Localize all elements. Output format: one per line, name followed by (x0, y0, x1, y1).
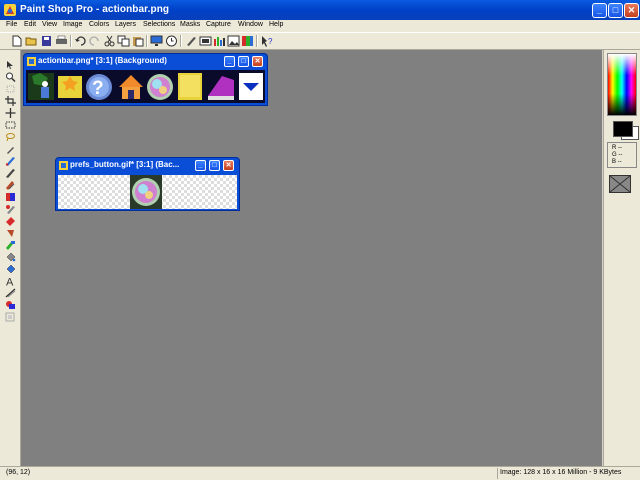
doc-close-button[interactable]: ✕ (223, 160, 234, 171)
document-window-actionbar[interactable]: actionbar.png* [3:1] (Background) _ □ ✕ … (23, 53, 268, 106)
app-icon (3, 3, 17, 17)
svg-text:?: ? (268, 37, 273, 46)
document-icon (27, 57, 36, 66)
flood-fill-tool-icon[interactable] (5, 252, 16, 262)
print-icon[interactable] (55, 35, 68, 47)
undo-icon[interactable] (74, 35, 87, 47)
document-title: actionbar.png* [3:1] (Background) (38, 56, 167, 65)
shape-tool-icon[interactable] (5, 300, 16, 310)
paste-icon[interactable] (131, 35, 144, 47)
selection-tool-icon[interactable] (5, 120, 16, 130)
actionbar-image: ? (26, 70, 265, 103)
open-icon[interactable] (25, 35, 38, 47)
blue-value: B -- (612, 159, 622, 165)
clone-tool-icon[interactable] (5, 168, 16, 178)
dropper-tool-icon[interactable] (5, 144, 16, 154)
svg-text:?: ? (92, 78, 104, 99)
crop-tool-icon[interactable] (5, 96, 16, 106)
separator (146, 35, 148, 47)
image-info: Image: 128 x 16 x 16 Million - 9 KBytes (500, 469, 622, 476)
prefs-button-image (130, 175, 162, 209)
separator (70, 35, 72, 47)
brush-icon[interactable] (185, 35, 198, 47)
document-icon (59, 161, 68, 170)
toolbar: ? (0, 32, 640, 50)
clock-icon[interactable] (165, 35, 178, 47)
document-canvas[interactable]: ? (26, 70, 265, 103)
green-value: G -- (612, 152, 623, 158)
document-canvas[interactable] (58, 175, 237, 209)
menu-layers[interactable]: Layers (115, 21, 136, 28)
menu-image[interactable]: Image (63, 21, 82, 28)
close-button[interactable]: ✕ (624, 3, 639, 18)
document-title: prefs_button.gif* [3:1] (Bac... (70, 160, 180, 169)
doc-minimize-button[interactable]: _ (224, 56, 235, 67)
foreground-color-front (613, 121, 633, 137)
layers-icon[interactable] (199, 35, 212, 47)
vector-object-icon[interactable] (5, 312, 16, 322)
menu-bar: File Edit View Image Colors Layers Selec… (0, 20, 640, 32)
airbrush-tool-icon[interactable] (5, 240, 16, 250)
red-value: R -- (612, 145, 622, 151)
text-tool-icon[interactable]: A (5, 276, 16, 287)
minimize-button[interactable]: _ (592, 3, 607, 18)
tool-palette: A (0, 50, 21, 466)
menu-help[interactable]: Help (269, 21, 283, 28)
separator (256, 35, 258, 47)
save-icon[interactable] (40, 35, 53, 47)
menu-window[interactable]: Window (238, 21, 263, 28)
status-divider (497, 468, 498, 479)
document-window-prefs-button[interactable]: prefs_button.gif* [3:1] (Bac... _ □ ✕ (55, 157, 240, 211)
help-icon[interactable]: ? (260, 35, 273, 47)
menu-colors[interactable]: Colors (89, 21, 109, 28)
rgb-readout: R -- G -- B -- (607, 142, 637, 168)
copy-icon[interactable] (117, 35, 130, 47)
move-tool-icon[interactable] (5, 108, 16, 118)
flood-fill-alt-icon[interactable] (5, 264, 16, 274)
retouch-tool-icon[interactable] (5, 192, 16, 202)
workspace[interactable]: actionbar.png* [3:1] (Background) _ □ ✕ … (21, 50, 602, 466)
menu-selections[interactable]: Selections (143, 21, 175, 28)
maximize-button[interactable]: □ (608, 3, 623, 18)
menu-masks[interactable]: Masks (180, 21, 200, 28)
cursor-coordinates: (96, 12) (6, 469, 31, 476)
doc-minimize-button[interactable]: _ (195, 160, 206, 171)
paintbrush-tool-icon[interactable] (5, 156, 16, 166)
lasso-tool-icon[interactable] (5, 132, 16, 142)
doc-maximize-button[interactable]: □ (209, 160, 220, 171)
menu-file[interactable]: File (6, 21, 17, 28)
palette-icon[interactable] (241, 35, 254, 47)
menu-view[interactable]: View (42, 21, 57, 28)
color-spectrum[interactable] (607, 53, 637, 116)
new-icon[interactable] (10, 35, 23, 47)
title-bar: Paint Shop Pro - actionbar.png _ □ ✕ (0, 0, 640, 22)
status-bar: (96, 12) Image: 128 x 16 x 16 Million - … (0, 466, 640, 480)
texture-swatch-icon[interactable] (609, 175, 631, 193)
zoom-tool-icon[interactable] (5, 72, 16, 82)
screen-icon[interactable] (150, 35, 163, 47)
menu-capture[interactable]: Capture (206, 21, 231, 28)
separator (180, 35, 182, 47)
redo-icon[interactable] (88, 35, 101, 47)
line-tool-icon[interactable] (5, 288, 16, 298)
doc-maximize-button[interactable]: □ (238, 56, 249, 67)
color-palette-panel: R -- G -- B -- (603, 50, 640, 466)
arrow-tool-icon[interactable] (5, 60, 16, 70)
cut-icon[interactable] (103, 35, 116, 47)
image-icon[interactable] (227, 35, 240, 47)
color-replacer-icon[interactable] (5, 180, 16, 190)
picture-tube-icon[interactable] (5, 228, 16, 238)
doc-close-button[interactable]: ✕ (252, 56, 263, 67)
window-title: Paint Shop Pro - actionbar.png (20, 4, 170, 15)
menu-edit[interactable]: Edit (24, 21, 36, 28)
histogram-icon[interactable] (213, 35, 226, 47)
svg-text:A: A (6, 277, 14, 287)
deform-tool-icon[interactable] (5, 84, 16, 94)
eraser-tool-icon[interactable] (5, 216, 16, 226)
scratch-remover-icon[interactable] (5, 204, 16, 214)
